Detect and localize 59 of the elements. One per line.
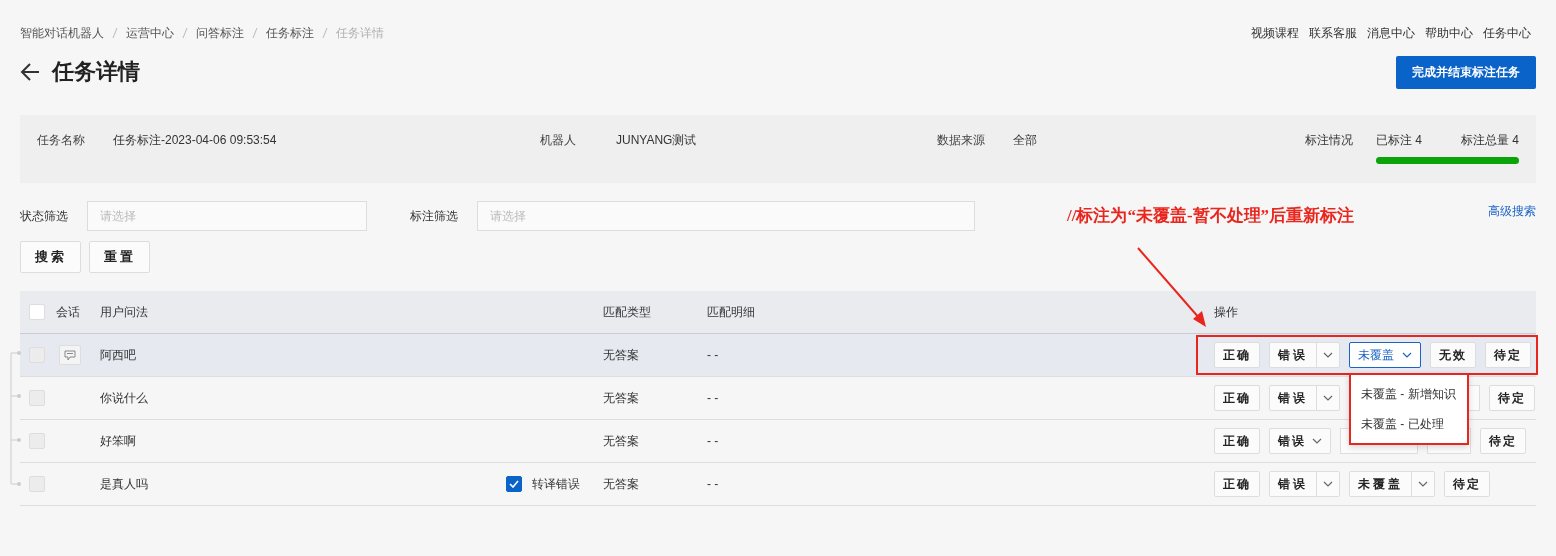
filter-select[interactable]: 请选择 — [477, 201, 975, 231]
breadcrumb-item[interactable]: 问答标注 — [196, 24, 244, 42]
caret-icon — [1312, 438, 1322, 444]
caret-icon — [1323, 481, 1333, 487]
filter-label: 状态筛选 — [20, 207, 69, 225]
table-cell-text: 你说什么 — [100, 389, 149, 407]
table-cell-text: - - — [707, 348, 720, 362]
checkbox-label: 转译错误 — [532, 475, 580, 493]
slash-icon — [252, 27, 258, 39]
top-link[interactable]: 任务中心 — [1483, 24, 1531, 42]
table-cell-text: 无答案 — [603, 432, 640, 450]
filter-button[interactable]: 搜索 — [20, 241, 81, 273]
back-arrow-icon[interactable] — [20, 63, 40, 81]
column-header: 匹配明细 — [707, 303, 756, 321]
field-label: 机器人 — [540, 132, 577, 149]
caret-icon — [1323, 352, 1333, 358]
check-icon — [509, 480, 519, 488]
column-header: 会话 — [56, 303, 81, 321]
field-label: 任务名称 — [37, 132, 86, 149]
top-link[interactable]: 帮助中心 — [1425, 24, 1473, 42]
field-label: 标注情况 — [1305, 132, 1353, 149]
advanced-search-link[interactable]: 高级搜索 — [1488, 203, 1536, 220]
top-link[interactable]: 视频课程 — [1251, 24, 1299, 42]
annotation-note: //标注为“未覆盖-暂不处理”后重新标注 — [1067, 205, 1355, 227]
table-cell-text: - - — [707, 434, 720, 448]
column-header: 操作 — [1213, 303, 1239, 321]
filter-label: 标注筛选 — [410, 207, 459, 225]
field-value: 任务标注-2023-04-06 09:53:54 — [113, 132, 277, 149]
slash-icon — [112, 27, 118, 39]
filter-button[interactable]: 重置 — [89, 241, 150, 273]
table-cell-text: 是真人吗 — [100, 475, 149, 493]
page-title: 任务详情 — [52, 58, 140, 86]
top-link[interactable]: 联系客服 — [1309, 24, 1357, 42]
column-header: 用户问法 — [100, 303, 149, 321]
caret-icon — [1323, 395, 1333, 401]
table-cell-text: 阿西吧 — [100, 346, 137, 364]
table-cell-text: 无答案 — [603, 346, 640, 364]
select-all-checkbox[interactable] — [29, 304, 45, 320]
table-cell-text: - - — [707, 391, 720, 405]
filter-select[interactable]: 请选择 — [87, 201, 367, 231]
finish-task-button[interactable]: 完成并结束标注任务 — [1396, 55, 1536, 89]
table-cell-text: - - — [707, 477, 720, 491]
breadcrumb-item[interactable]: 运营中心 — [126, 24, 174, 42]
field-value: JUNYANG测试 — [616, 132, 697, 149]
column-header: 匹配类型 — [603, 303, 652, 321]
total-count: 标注总量 4 — [1461, 132, 1519, 149]
breadcrumb-item[interactable]: 智能对话机器人 — [20, 24, 104, 42]
table-cell-text: 无答案 — [603, 389, 640, 407]
slash-icon — [182, 27, 188, 39]
slash-icon — [322, 27, 328, 39]
field-label: 数据来源 — [937, 132, 986, 149]
annotated-count: 已标注 4 — [1376, 132, 1422, 149]
top-link[interactable]: 消息中心 — [1367, 24, 1415, 42]
field-value: 全部 — [1013, 132, 1037, 149]
breadcrumb-item[interactable]: 任务标注 — [266, 24, 314, 42]
table-cell-text: 无答案 — [603, 475, 640, 493]
caret-icon — [1402, 352, 1412, 358]
caret-icon — [1418, 481, 1428, 487]
table-cell-text: 好笨啊 — [100, 432, 137, 450]
